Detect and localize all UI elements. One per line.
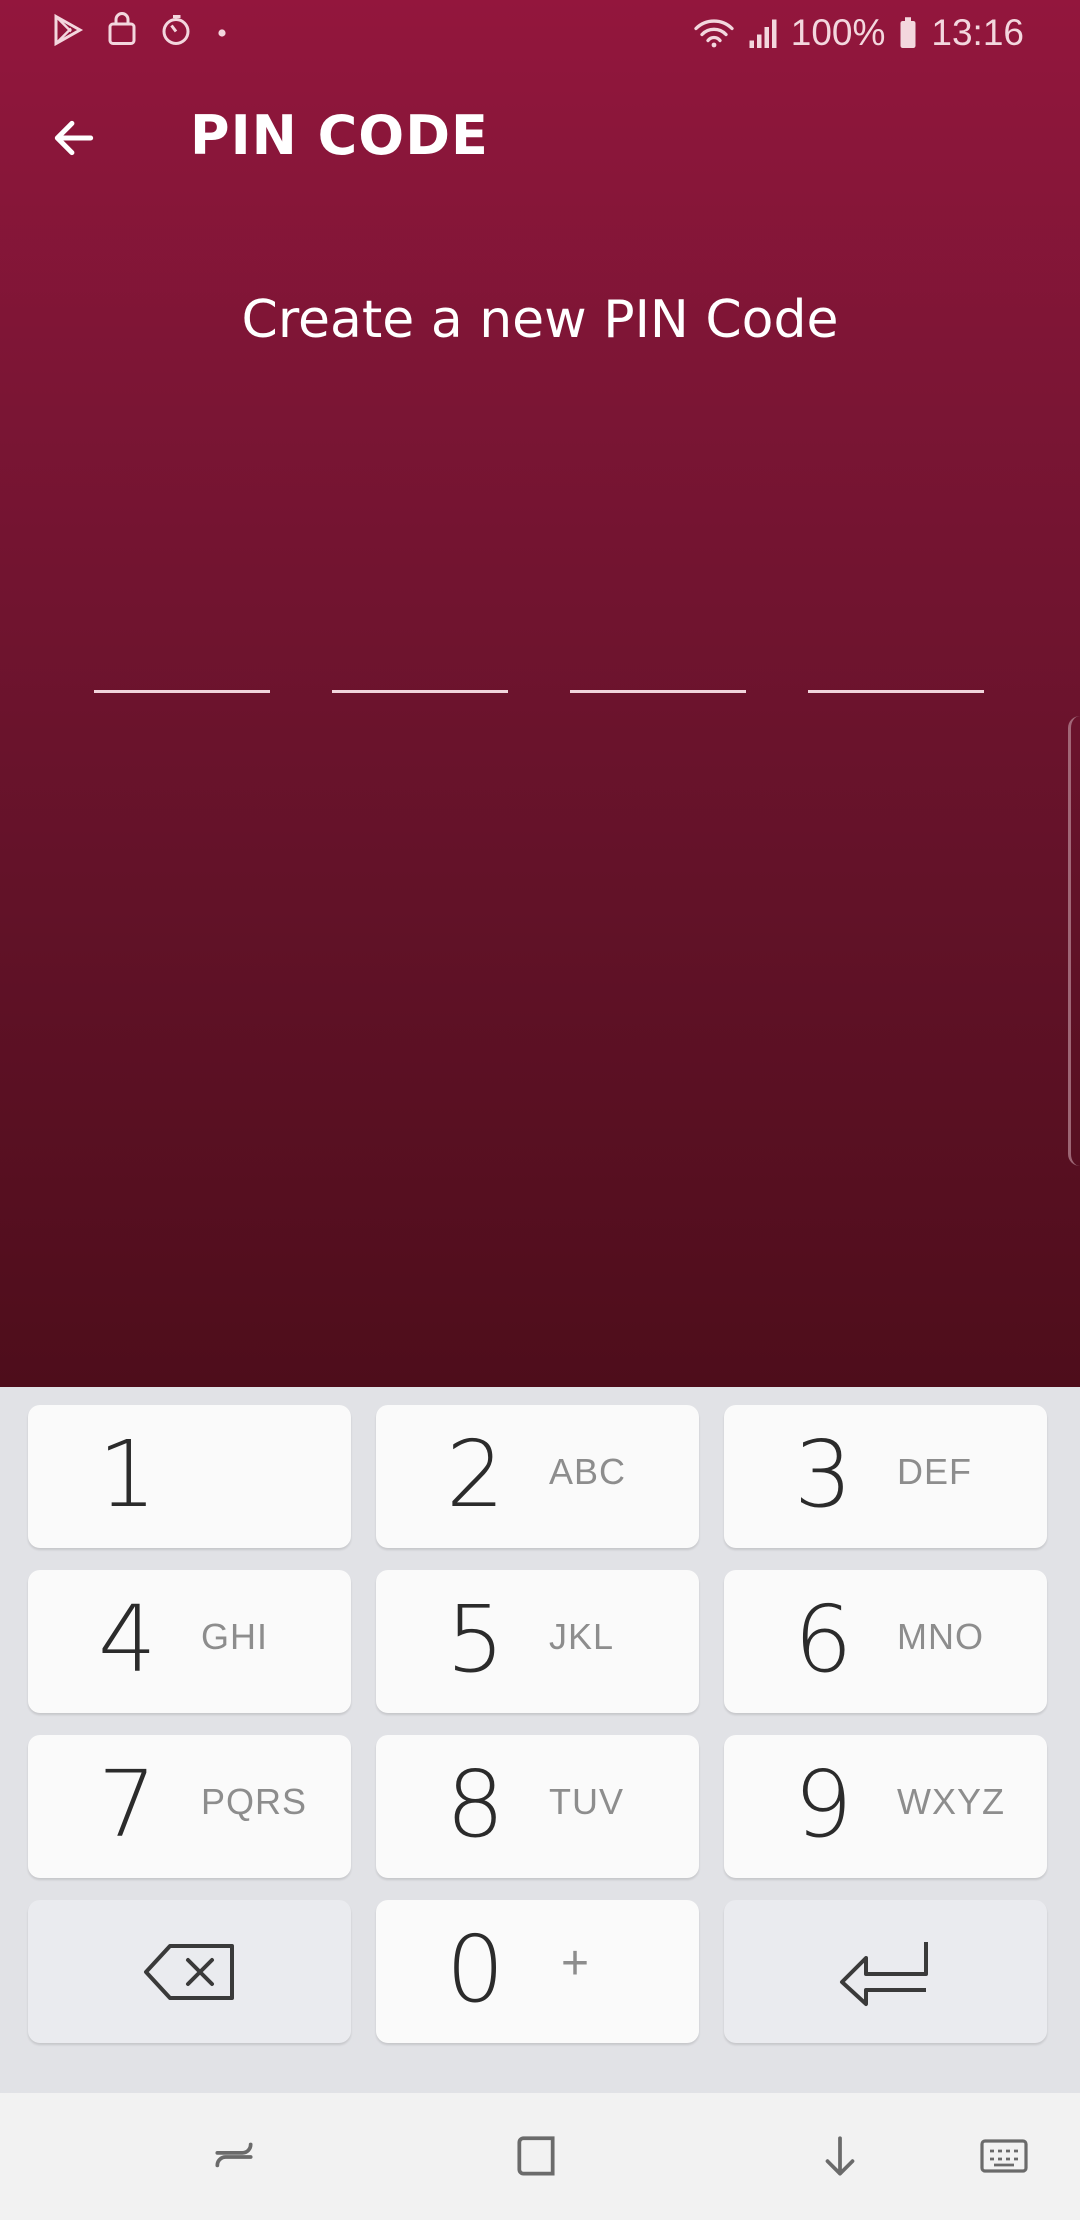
toolbar: PIN CODE	[0, 80, 1080, 196]
key-letters: MNO	[897, 1616, 984, 1657]
status-bar: 100% 13:16	[0, 0, 1080, 66]
keyboard-switch-button[interactable]	[974, 2129, 1034, 2189]
home-button[interactable]	[506, 2129, 566, 2189]
key-digit: 3	[794, 1421, 853, 1528]
pin-slot	[94, 690, 270, 693]
pin-entry-field[interactable]	[94, 690, 984, 694]
edge-panel-handle[interactable]	[1068, 716, 1080, 1166]
key-digit: 7	[98, 1751, 157, 1858]
recent-apps-icon	[209, 2132, 259, 2186]
hide-keyboard-icon	[815, 2132, 865, 2186]
timer-icon	[158, 12, 194, 48]
wifi-icon	[693, 15, 735, 51]
key-digit: 8	[446, 1751, 505, 1858]
backspace-button[interactable]	[28, 1900, 351, 2043]
key-letters: WXYZ	[897, 1781, 1005, 1822]
clock: 13:16	[931, 12, 1024, 53]
key-letters: +	[561, 1937, 591, 1990]
status-system: 100% 13:16	[693, 10, 1024, 56]
navigation-bar	[0, 2093, 1080, 2220]
key-1[interactable]: 1	[28, 1405, 351, 1548]
page-title: PIN CODE	[190, 104, 489, 167]
key-digit: 4	[98, 1586, 157, 1693]
back-button[interactable]	[36, 102, 112, 178]
enter-button[interactable]	[724, 1900, 1047, 2043]
key-digit: 1	[98, 1421, 157, 1528]
key-letters: GHI	[201, 1616, 269, 1657]
home-icon	[511, 2132, 561, 2186]
key-letters: TUV	[549, 1781, 624, 1822]
dot-icon	[212, 12, 232, 48]
key-letters: ABC	[549, 1451, 627, 1492]
key-9[interactable]: 9 WXYZ	[724, 1735, 1047, 1878]
pin-slot	[808, 690, 984, 693]
shopping-bag-icon	[104, 12, 140, 48]
numeric-keypad: 1 2 ABC 3 DEF 4 GHI 5 JKL 6 MNO 7 PQRS 8…	[0, 1387, 1080, 2093]
recent-apps-button[interactable]	[204, 2129, 264, 2189]
enter-icon	[724, 1900, 1047, 2043]
key-2[interactable]: 2 ABC	[376, 1405, 699, 1548]
key-digit: 2	[446, 1421, 505, 1528]
key-letters: DEF	[897, 1451, 972, 1492]
key-5[interactable]: 5 JKL	[376, 1570, 699, 1713]
keyboard-icon	[978, 2132, 1030, 2186]
key-digit: 0	[446, 1916, 505, 2023]
key-6[interactable]: 6 MNO	[724, 1570, 1047, 1713]
pin-prompt: Create a new PIN Code	[241, 290, 839, 350]
key-digit: 6	[794, 1586, 853, 1693]
play-store-icon	[50, 12, 86, 48]
app-screen: 100% 13:16 PIN CODE Create a new PIN Cod…	[0, 0, 1080, 1387]
key-4[interactable]: 4 GHI	[28, 1570, 351, 1713]
pin-slot	[332, 690, 508, 693]
signal-icon	[747, 15, 779, 51]
key-8[interactable]: 8 TUV	[376, 1735, 699, 1878]
key-0[interactable]: 0 +	[376, 1900, 699, 2043]
key-letters: PQRS	[201, 1781, 308, 1822]
hide-keyboard-button[interactable]	[810, 2129, 870, 2189]
battery-percent: 100%	[790, 12, 886, 53]
battery-icon	[897, 15, 919, 51]
pin-slot	[570, 690, 746, 693]
key-digit: 5	[446, 1586, 505, 1693]
key-letters: JKL	[549, 1616, 615, 1657]
key-7[interactable]: 7 PQRS	[28, 1735, 351, 1878]
status-notifications	[50, 12, 232, 48]
key-3[interactable]: 3 DEF	[724, 1405, 1047, 1548]
backspace-icon	[28, 1900, 351, 2043]
key-digit: 9	[794, 1751, 853, 1858]
arrow-left-icon	[49, 113, 99, 167]
